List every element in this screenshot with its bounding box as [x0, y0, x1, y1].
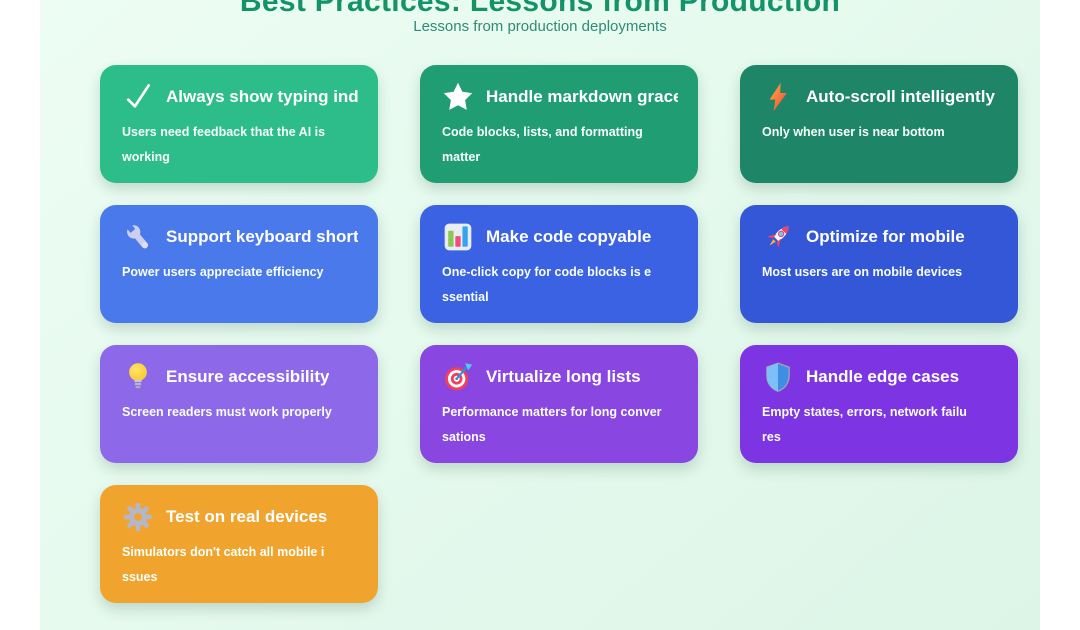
- card: Handle markdown gracefull Code blocks, l…: [420, 65, 698, 183]
- card: Auto-scroll intelligently Only when user…: [740, 65, 1018, 183]
- card-header: Ensure accessibility: [122, 359, 358, 395]
- cards-grid: Always show typing indica Users need fee…: [100, 65, 1018, 603]
- card-description: Code blocks, lists, and formatting matte…: [442, 120, 678, 170]
- card-description: Empty states, errors, network failu res: [762, 400, 998, 450]
- card-description: Screen readers must work properly: [122, 400, 358, 425]
- card-header: Virtualize long lists: [442, 359, 678, 395]
- target-icon: [442, 361, 474, 393]
- card-title: Support keyboard shortcut: [166, 227, 358, 247]
- card: Virtualize long lists Performance matter…: [420, 345, 698, 463]
- card-title: Handle edge cases: [806, 367, 959, 387]
- wrench-icon: [122, 221, 154, 253]
- card: Optimize for mobile Most users are on mo…: [740, 205, 1018, 323]
- card: Ensure accessibility Screen readers must…: [100, 345, 378, 463]
- bar-chart-icon: [442, 221, 474, 253]
- check-icon: [122, 81, 154, 113]
- card-title: Auto-scroll intelligently: [806, 87, 995, 107]
- card: Test on real devices Simulators don't ca…: [100, 485, 378, 603]
- card-description: Performance matters for long conver sati…: [442, 400, 678, 450]
- card-description: Power users appreciate efficiency: [122, 260, 358, 285]
- card-title: Handle markdown gracefull: [486, 87, 678, 107]
- card-title: Virtualize long lists: [486, 367, 641, 387]
- card-header: Test on real devices: [122, 499, 358, 535]
- card-description: One-click copy for code blocks is e ssen…: [442, 260, 678, 310]
- card-header: Make code copyable: [442, 219, 678, 255]
- shield-icon: [762, 361, 794, 393]
- star-icon: [442, 81, 474, 113]
- card-header: Auto-scroll intelligently: [762, 79, 998, 115]
- card-header: Handle edge cases: [762, 359, 998, 395]
- card-title: Always show typing indica: [166, 87, 358, 107]
- card: Always show typing indica Users need fee…: [100, 65, 378, 183]
- gear-icon: [122, 501, 154, 533]
- best-practices-section: Best Practices: Lessons from Production …: [40, 0, 1040, 630]
- card-description: Only when user is near bottom: [762, 120, 998, 145]
- card: Support keyboard shortcut Power users ap…: [100, 205, 378, 323]
- card-header: Handle markdown gracefull: [442, 79, 678, 115]
- card-title: Ensure accessibility: [166, 367, 329, 387]
- card-header: Optimize for mobile: [762, 219, 998, 255]
- card: Make code copyable One-click copy for co…: [420, 205, 698, 323]
- card-header: Always show typing indica: [122, 79, 358, 115]
- card-title: Optimize for mobile: [806, 227, 965, 247]
- rocket-icon: [762, 221, 794, 253]
- card-header: Support keyboard shortcut: [122, 219, 358, 255]
- card-description: Simulators don't catch all mobile i ssue…: [122, 540, 358, 590]
- card: Handle edge cases Empty states, errors, …: [740, 345, 1018, 463]
- lightning-icon: [762, 81, 794, 113]
- card-description: Most users are on mobile devices: [762, 260, 998, 285]
- card-title: Make code copyable: [486, 227, 651, 247]
- card-description: Users need feedback that the AI is worki…: [122, 120, 358, 170]
- card-title: Test on real devices: [166, 507, 327, 527]
- page-subtitle: Lessons from production deployments: [40, 17, 1040, 37]
- bulb-icon: [122, 361, 154, 393]
